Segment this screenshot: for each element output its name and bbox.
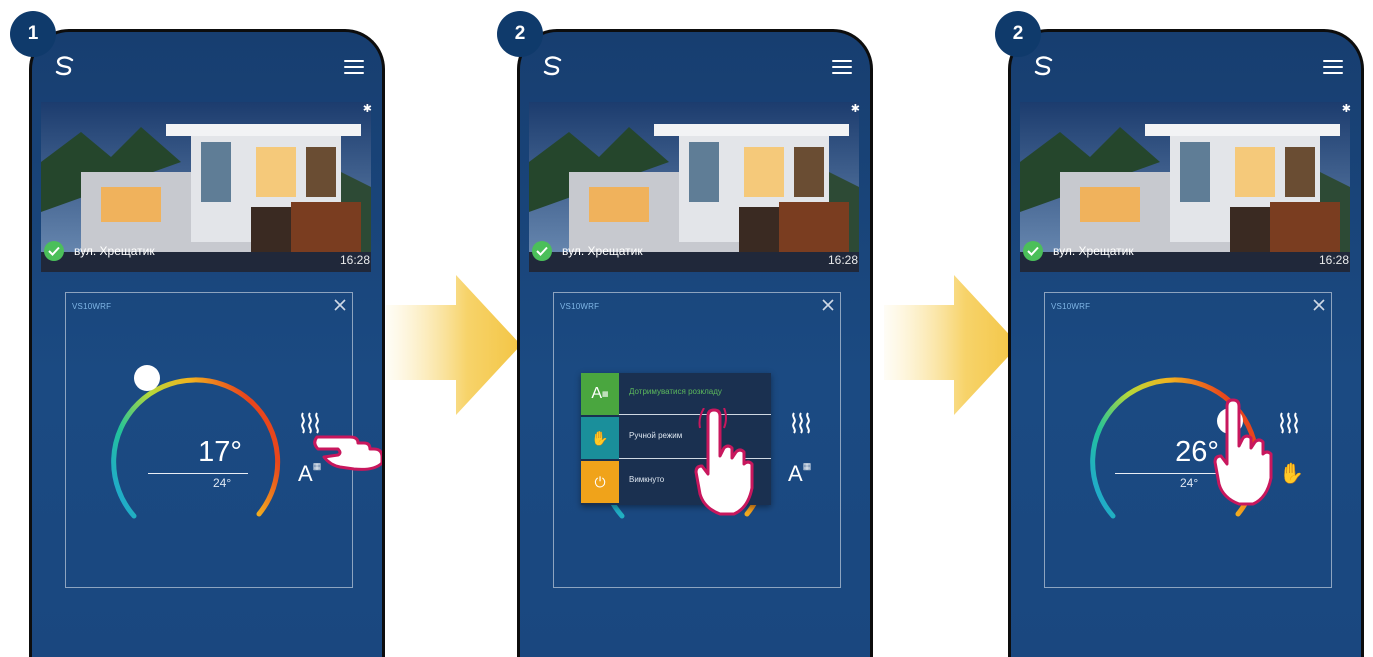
status-ok-icon (1023, 241, 1043, 261)
temperature-divider (1115, 473, 1225, 474)
location-name: вул. Хрещатик (1053, 244, 1134, 258)
device-name: VS10WRF (72, 302, 112, 311)
tapping-hand-icon (694, 408, 754, 516)
heating-icon (792, 412, 810, 434)
tapping-hand-icon (1213, 398, 1273, 506)
hand-icon: ✋ (581, 417, 619, 459)
thermostat-card: VS10WRF 26° 24° ✋ (1044, 292, 1332, 588)
settings-gear-icon[interactable]: ✱ (363, 104, 372, 115)
device-name: VS10WRF (560, 302, 600, 311)
manual-mode-hand-icon[interactable]: ✋ (1279, 461, 1304, 486)
set-temperature: 24° (213, 476, 232, 490)
step-badge: 1 (10, 11, 56, 57)
close-icon[interactable] (334, 299, 346, 311)
heating-icon (1280, 412, 1298, 434)
auto-schedule-icon[interactable]: A▦ (788, 461, 811, 487)
hamburger-menu-icon[interactable] (344, 60, 364, 74)
current-temperature: 17° (198, 436, 242, 468)
location-time: 16:28 (1318, 253, 1349, 267)
location-name: вул. Хрещатик (74, 244, 155, 258)
phone-screen: ✱ вул. Хрещатик 16:28 VS10WRF 26° 24° ✋ (1008, 29, 1364, 657)
device-name: VS10WRF (1051, 302, 1091, 311)
phone-screen: ✱ вул. Хрещатик 16:28 VS10WRF A▦ A ▦ Дотр… (517, 29, 873, 657)
step-arrow-icon (884, 275, 1019, 415)
settings-gear-icon[interactable]: ✱ (1342, 104, 1351, 115)
hamburger-menu-icon[interactable] (832, 60, 852, 74)
app-logo-icon[interactable] (52, 56, 78, 76)
thermostat-card: VS10WRF 17° 24° A▦ (65, 292, 353, 588)
current-temperature: 26° (1175, 436, 1219, 468)
pointing-hand-icon (313, 435, 382, 471)
menu-item-label: Дотримуватися розкладу (629, 387, 722, 396)
step-arrow-icon (386, 275, 521, 415)
step-badge: 2 (995, 11, 1041, 57)
thermostat-card: VS10WRF A▦ A ▦ Дотримуватися розкладу ✋ Р… (553, 292, 841, 588)
dial-handle[interactable] (134, 365, 160, 391)
step-badge: 2 (497, 11, 543, 57)
location-time: 16:28 (339, 253, 370, 267)
close-icon[interactable] (822, 299, 834, 311)
menu-item-label: Ручной режим (629, 431, 683, 440)
menu-item-label: Вимкнуто (629, 475, 665, 484)
phone-screen: ✱ вул. Хрещатик 16:28 VS10WRF 17° 24° A▦ (29, 29, 385, 657)
app-logo-icon[interactable] (540, 56, 566, 76)
hamburger-menu-icon[interactable] (1323, 60, 1343, 74)
status-ok-icon (532, 241, 552, 261)
power-icon: ⏻ (581, 461, 619, 503)
auto-schedule-icon: A ▦ (581, 373, 619, 415)
location-time: 16:28 (827, 253, 858, 267)
status-ok-icon (44, 241, 64, 261)
location-name: вул. Хрещатик (562, 244, 643, 258)
settings-gear-icon[interactable]: ✱ (851, 104, 860, 115)
close-icon[interactable] (1313, 299, 1325, 311)
temperature-divider (148, 473, 248, 474)
set-temperature: 24° (1180, 476, 1199, 490)
app-logo-icon[interactable] (1031, 56, 1057, 76)
